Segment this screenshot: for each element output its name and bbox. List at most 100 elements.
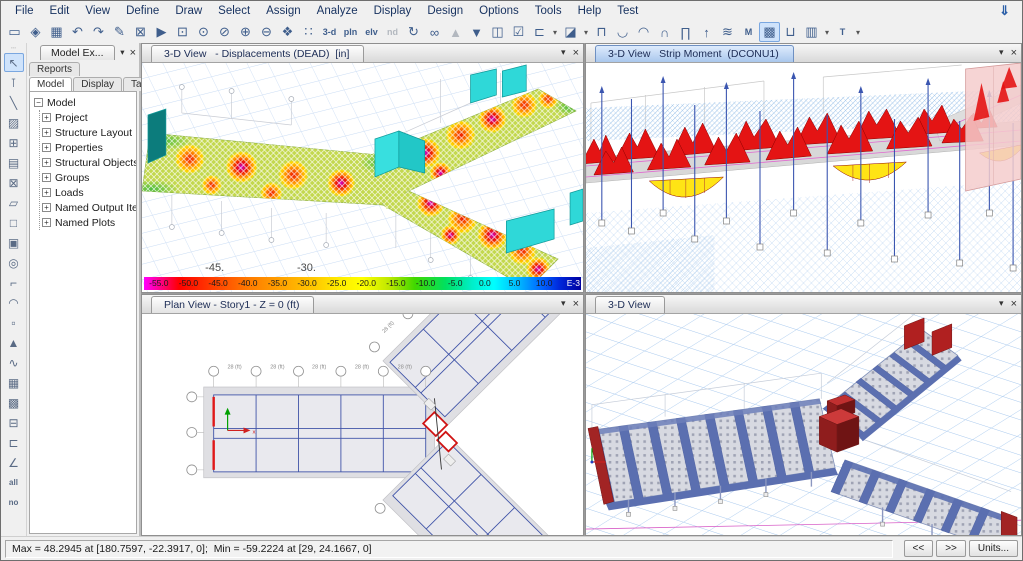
draw-area-poly-icon[interactable]: ▱: [4, 193, 24, 212]
quick-draw-brace-icon[interactable]: ⊠: [4, 173, 24, 192]
tree-item[interactable]: Structural Objects: [42, 155, 136, 170]
tree-item[interactable]: Project: [42, 110, 136, 125]
lock-model-icon[interactable]: ⊠: [130, 22, 151, 42]
display-capture-icon[interactable]: ▩: [759, 22, 780, 42]
move-up-icon[interactable]: ▲: [445, 22, 466, 42]
tree-item[interactable]: Groups: [42, 170, 136, 185]
strip-moment-icon[interactable]: M: [738, 22, 759, 42]
next-units-button[interactable]: >>: [936, 540, 966, 557]
save-model-icon[interactable]: ▦: [46, 22, 67, 42]
deselect-all-icon[interactable]: no: [4, 493, 24, 512]
view-3d-icon[interactable]: 3-d: [319, 22, 340, 42]
menu-item[interactable]: Analyze: [309, 3, 366, 19]
draw-column-icon[interactable]: ▲: [4, 333, 24, 352]
rotate-3d-view-icon[interactable]: ↻: [403, 22, 424, 42]
object-view-cube-icon[interactable]: ◪: [560, 22, 581, 42]
menu-item[interactable]: Draw: [167, 3, 210, 19]
resize-windows-icon[interactable]: ◫: [487, 22, 508, 42]
deformed-shape-icon[interactable]: ⊔: [780, 22, 801, 42]
expand-icon[interactable]: [42, 203, 51, 212]
quick-draw-beam-icon[interactable]: ▤: [4, 153, 24, 172]
building-frame-icon[interactable]: ∏: [675, 22, 696, 42]
draw-mesh-icon[interactable]: ▩: [4, 393, 24, 412]
pane-close-icon[interactable]: [573, 299, 579, 309]
rubber-band-zoom-icon[interactable]: ⊡: [172, 22, 193, 42]
pane-3d-model-titlebar[interactable]: 3-D View: [586, 295, 1021, 314]
measure-icon[interactable]: ∷: [298, 22, 319, 42]
draw-circle-icon[interactable]: ◎: [4, 253, 24, 272]
menu-item[interactable]: File: [7, 3, 42, 19]
menu-item[interactable]: Options: [471, 3, 527, 19]
view-nd-icon[interactable]: nd: [382, 22, 403, 42]
column-display-icon[interactable]: ▥: [801, 22, 822, 42]
strip-display-icon[interactable]: T: [832, 22, 853, 42]
expand-icon[interactable]: [42, 143, 51, 152]
collapse-icon[interactable]: [34, 98, 43, 107]
expand-icon[interactable]: [42, 188, 51, 197]
toolbar-grip[interactable]: ┄: [4, 43, 24, 53]
pane-close-icon[interactable]: [1011, 299, 1017, 309]
tree-item[interactable]: Properties: [42, 140, 136, 155]
previous-units-button[interactable]: <<: [903, 540, 934, 557]
select-all-icon[interactable]: all: [4, 473, 24, 492]
panel-menu-icon[interactable]: [120, 47, 124, 58]
draw-frame-dashed-icon[interactable]: ▨: [4, 113, 24, 132]
pane-displacements-title[interactable]: 3-D View - Displacements (DEAD) [in]: [151, 45, 365, 62]
pane-menu-icon[interactable]: [561, 47, 566, 58]
draw-slab-icon[interactable]: ▦: [4, 373, 24, 392]
draw-wall-icon[interactable]: ◡: [612, 22, 633, 42]
move-down-icon[interactable]: ▼: [466, 22, 487, 42]
menu-item[interactable]: Tools: [527, 3, 570, 19]
expand-icon[interactable]: [42, 218, 51, 227]
draw-pencil-icon[interactable]: ✎: [109, 22, 130, 42]
draw-polyline-icon[interactable]: ⌐: [4, 273, 24, 292]
menu-item[interactable]: Assign: [258, 3, 309, 19]
expand-icon[interactable]: [42, 158, 51, 167]
column-display-caret-icon[interactable]: ▾: [822, 22, 832, 42]
check-model-icon[interactable]: ☑: [508, 22, 529, 42]
model-3d-view-canvas[interactable]: [586, 314, 1021, 535]
pane-menu-icon[interactable]: [999, 47, 1004, 58]
explorer-tab[interactable]: Model: [29, 77, 73, 91]
pane-menu-icon[interactable]: [561, 298, 566, 309]
download-icon[interactable]: ⇓: [993, 3, 1016, 19]
moment-diagram-b-icon[interactable]: ∩: [654, 22, 675, 42]
model-explorer-title[interactable]: Model Ex...: [40, 45, 115, 60]
previous-zoom-icon[interactable]: ⊘: [214, 22, 235, 42]
menu-item[interactable]: Design: [419, 3, 471, 19]
view-elevation-icon[interactable]: elv: [361, 22, 382, 42]
plan-view-canvas[interactable]: 28 (ft) 28 (ft) 28 (ft) 28 (ft) 28 (ft) …: [142, 314, 583, 535]
pane-plan-title[interactable]: Plan View - Story1 - Z = 0 (ft): [151, 296, 315, 313]
draw-edge-icon[interactable]: ⊏: [4, 433, 24, 452]
run-analysis-icon[interactable]: ▶: [151, 22, 172, 42]
zoom-out-icon[interactable]: ⊖: [256, 22, 277, 42]
layers-icon[interactable]: ≋: [717, 22, 738, 42]
explorer-tab[interactable]: Display: [73, 77, 123, 91]
quick-draw-area-icon[interactable]: ▣: [4, 233, 24, 252]
point-load-icon[interactable]: ↑: [696, 22, 717, 42]
pane-close-icon[interactable]: [1011, 48, 1017, 58]
strip-moment-view-canvas[interactable]: [586, 63, 1021, 292]
panel-close-icon[interactable]: [130, 48, 136, 58]
tree-item[interactable]: Named Output Items: [42, 200, 136, 215]
draw-point-icon[interactable]: ▫: [4, 313, 24, 332]
tree-item[interactable]: Named Plots: [42, 215, 136, 230]
draw-beam-icon[interactable]: ⊞: [4, 133, 24, 152]
reshape-tool-icon[interactable]: ⊺: [4, 73, 24, 92]
tree-item[interactable]: Loads: [42, 185, 136, 200]
strip-display-caret-icon[interactable]: ▾: [853, 22, 863, 42]
expand-icon[interactable]: [42, 113, 51, 122]
zoom-in-icon[interactable]: ⊕: [235, 22, 256, 42]
draw-line-icon[interactable]: ╲: [4, 93, 24, 112]
tree-item[interactable]: Structure Layout: [42, 125, 136, 140]
displacement-view-canvas[interactable]: -45. -30. -55.0 -50.0 -45.0 -40.0 -35.0 -30.0…: [142, 63, 583, 292]
menu-item[interactable]: Define: [118, 3, 167, 19]
menu-item[interactable]: Display: [366, 3, 420, 19]
menu-item[interactable]: Select: [210, 3, 258, 19]
menu-item[interactable]: Help: [570, 3, 610, 19]
menu-item[interactable]: Test: [609, 3, 646, 19]
tab-reports[interactable]: Reports: [29, 62, 81, 76]
tree-root[interactable]: Model: [34, 95, 136, 110]
view-cube-caret-icon[interactable]: ▾: [581, 22, 591, 42]
pane-menu-icon[interactable]: [999, 298, 1004, 309]
